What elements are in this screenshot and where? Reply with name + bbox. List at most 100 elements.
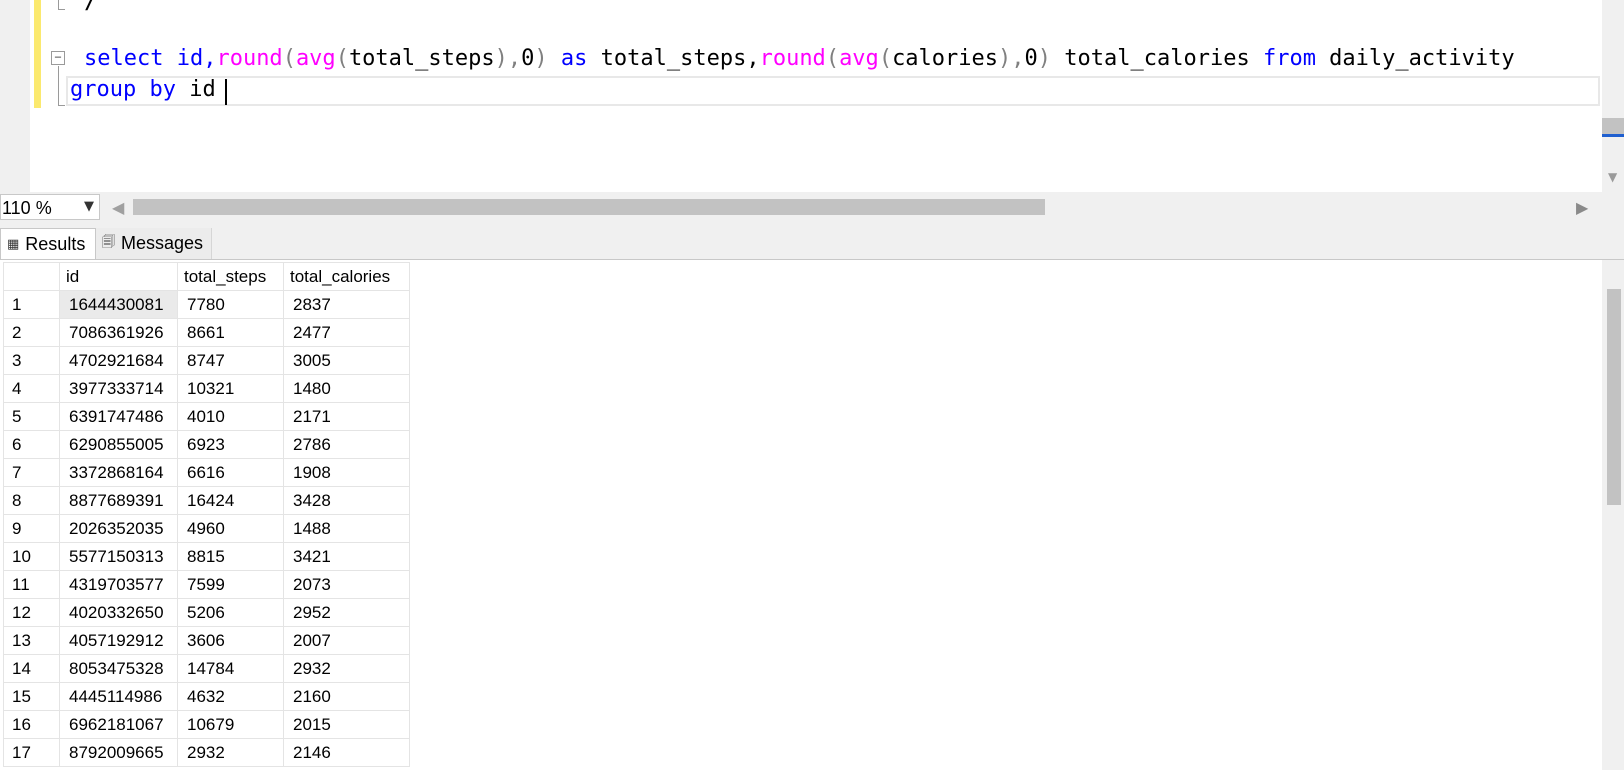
- table-row[interactable]: 2 7086361926 8661 2477: [3, 318, 410, 347]
- results-grid[interactable]: id total_steps total_calories 1 164443008…: [3, 262, 410, 767]
- table-row[interactable]: 10 5577150313 8815 3421: [3, 542, 410, 571]
- id-cell[interactable]: 2026352035: [59, 514, 178, 543]
- table-row[interactable]: 16 6962181067 10679 2015: [3, 710, 410, 739]
- table-row[interactable]: 6 6290855005 6923 2786: [3, 430, 410, 459]
- table-row[interactable]: 15 4445114986 4632 2160: [3, 682, 410, 711]
- grid-scroll-thumb[interactable]: [1607, 289, 1621, 505]
- total-calories-cell[interactable]: 2073: [283, 570, 410, 599]
- table-row[interactable]: 9 2026352035 4960 1488: [3, 514, 410, 543]
- row-number-cell[interactable]: 9: [3, 514, 60, 543]
- id-cell[interactable]: 6290855005: [59, 430, 178, 459]
- total-steps-cell[interactable]: 8661: [177, 318, 284, 347]
- total-calories-cell[interactable]: 2932: [283, 654, 410, 683]
- total-calories-cell[interactable]: 2786: [283, 430, 410, 459]
- id-cell[interactable]: 5577150313: [59, 542, 178, 571]
- total-calories-cell[interactable]: 2171: [283, 402, 410, 431]
- id-cell[interactable]: 4702921684: [59, 346, 178, 375]
- tab-results[interactable]: ▦ Results: [0, 228, 96, 259]
- scroll-down-arrow-icon[interactable]: ▼: [1608, 170, 1617, 184]
- row-number-cell[interactable]: 13: [3, 626, 60, 655]
- id-cell[interactable]: 4319703577: [59, 570, 178, 599]
- row-number-cell[interactable]: 6: [3, 430, 60, 459]
- row-number-cell[interactable]: 17: [3, 738, 60, 767]
- row-number-cell[interactable]: 14: [3, 654, 60, 683]
- id-cell[interactable]: 3372868164: [59, 458, 178, 487]
- id-cell[interactable]: 4057192912: [59, 626, 178, 655]
- row-number-cell[interactable]: 4: [3, 374, 60, 403]
- total-steps-cell[interactable]: 4010: [177, 402, 284, 431]
- scroll-left-arrow-icon[interactable]: ◀: [112, 198, 124, 217]
- total-calories-cell[interactable]: 1908: [283, 458, 410, 487]
- id-cell[interactable]: 6391747486: [59, 402, 178, 431]
- total-steps-cell[interactable]: 4632: [177, 682, 284, 711]
- row-number-cell[interactable]: 16: [3, 710, 60, 739]
- total-steps-cell[interactable]: 4960: [177, 514, 284, 543]
- row-number-cell[interactable]: 3: [3, 346, 60, 375]
- table-row[interactable]: 7 3372868164 6616 1908: [3, 458, 410, 487]
- row-number-cell[interactable]: 5: [3, 402, 60, 431]
- total-steps-cell[interactable]: 8747: [177, 346, 284, 375]
- id-cell[interactable]: 8053475328: [59, 654, 178, 683]
- collapse-region-icon[interactable]: −: [51, 51, 65, 65]
- row-number-cell[interactable]: 12: [3, 598, 60, 627]
- total-calories-cell[interactable]: 1488: [283, 514, 410, 543]
- total-calories-cell[interactable]: 2952: [283, 598, 410, 627]
- total-steps-cell[interactable]: 8815: [177, 542, 284, 571]
- total-steps-cell[interactable]: 10679: [177, 710, 284, 739]
- table-row[interactable]: 11 4319703577 7599 2073: [3, 570, 410, 599]
- row-number-cell[interactable]: 15: [3, 682, 60, 711]
- scroll-right-arrow-icon[interactable]: ▶: [1576, 198, 1588, 217]
- total-calories-cell[interactable]: 2160: [283, 682, 410, 711]
- table-row[interactable]: 17 8792009665 2932 2146: [3, 738, 410, 767]
- table-row[interactable]: 3 4702921684 8747 3005: [3, 346, 410, 375]
- total-calories-cell[interactable]: 2146: [283, 738, 410, 767]
- table-row[interactable]: 1 1644430081 7780 2837: [3, 290, 410, 319]
- id-cell[interactable]: 4445114986: [59, 682, 178, 711]
- total-steps-cell[interactable]: 16424: [177, 486, 284, 515]
- total-calories-cell[interactable]: 2015: [283, 710, 410, 739]
- column-header-total-calories[interactable]: total_calories: [283, 262, 410, 291]
- row-number-cell[interactable]: 1: [3, 290, 60, 319]
- total-steps-cell[interactable]: 7599: [177, 570, 284, 599]
- column-header-id[interactable]: id: [59, 262, 178, 291]
- chevron-down-icon[interactable]: ▼: [84, 199, 94, 214]
- id-cell[interactable]: 1644430081: [59, 290, 178, 319]
- id-cell[interactable]: 8877689391: [59, 486, 178, 515]
- total-calories-cell[interactable]: 2837: [283, 290, 410, 319]
- id-cell[interactable]: 3977333714: [59, 374, 178, 403]
- code-line-1[interactable]: select id,round(avg(total_steps),0) as t…: [84, 44, 1515, 74]
- total-calories-cell[interactable]: 2007: [283, 626, 410, 655]
- table-row[interactable]: 5 6391747486 4010 2171: [3, 402, 410, 431]
- total-calories-cell[interactable]: 1480: [283, 374, 410, 403]
- total-steps-cell[interactable]: 3606: [177, 626, 284, 655]
- table-row[interactable]: 8 8877689391 16424 3428: [3, 486, 410, 515]
- row-number-header[interactable]: [3, 262, 60, 291]
- row-number-cell[interactable]: 10: [3, 542, 60, 571]
- table-row[interactable]: 12 4020332650 5206 2952: [3, 598, 410, 627]
- row-number-cell[interactable]: 11: [3, 570, 60, 599]
- code-line-2[interactable]: group by id: [70, 75, 216, 105]
- id-cell[interactable]: 6962181067: [59, 710, 178, 739]
- editor-vertical-scrollbar[interactable]: [1602, 0, 1624, 192]
- id-cell[interactable]: 8792009665: [59, 738, 178, 767]
- column-header-total-steps[interactable]: total_steps: [177, 262, 284, 291]
- tab-messages[interactable]: 🗐 Messages: [96, 228, 212, 259]
- id-cell[interactable]: 7086361926: [59, 318, 178, 347]
- total-steps-cell[interactable]: 7780: [177, 290, 284, 319]
- table-row[interactable]: 4 3977333714 10321 1480: [3, 374, 410, 403]
- total-steps-cell[interactable]: 10321: [177, 374, 284, 403]
- row-number-cell[interactable]: 8: [3, 486, 60, 515]
- total-calories-cell[interactable]: 3428: [283, 486, 410, 515]
- total-steps-cell[interactable]: 14784: [177, 654, 284, 683]
- total-steps-cell[interactable]: 6616: [177, 458, 284, 487]
- row-number-cell[interactable]: 2: [3, 318, 60, 347]
- total-calories-cell[interactable]: 3005: [283, 346, 410, 375]
- table-row[interactable]: 14 8053475328 14784 2932: [3, 654, 410, 683]
- horizontal-scroll-thumb[interactable]: [133, 199, 1045, 215]
- table-row[interactable]: 13 4057192912 3606 2007: [3, 626, 410, 655]
- total-steps-cell[interactable]: 2932: [177, 738, 284, 767]
- total-steps-cell[interactable]: 6923: [177, 430, 284, 459]
- row-number-cell[interactable]: 7: [3, 458, 60, 487]
- total-steps-cell[interactable]: 5206: [177, 598, 284, 627]
- total-calories-cell[interactable]: 2477: [283, 318, 410, 347]
